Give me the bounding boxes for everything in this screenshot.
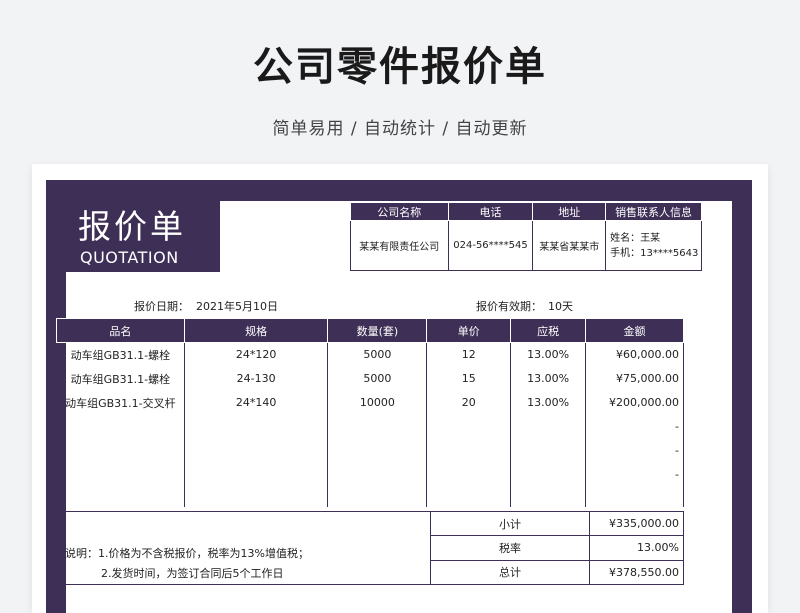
cell-amount: -	[585, 438, 684, 463]
col-header-name: 品名	[56, 318, 185, 343]
tax-value: 13.00%	[589, 535, 684, 561]
col-header-amount: 金额	[585, 318, 684, 343]
cell-spec	[183, 438, 329, 463]
subtotal-label: 小计	[430, 510, 590, 537]
info-header-company: 公司名称	[350, 202, 449, 221]
items-table: 品名 规格 数量(套) 单价 应税 金额 动车组GB31.1-螺栓 24*120…	[56, 318, 684, 507]
cell-name	[56, 414, 185, 439]
col-header-qty: 数量(套)	[327, 318, 428, 343]
cell-amount: -	[585, 462, 684, 487]
table-row: -	[56, 414, 684, 439]
col-header-spec: 规格	[183, 318, 329, 343]
table-row: -	[56, 438, 684, 463]
cell-tax: 13.00%	[510, 390, 587, 415]
cell-spec: 24-130	[183, 366, 329, 391]
table-row: 动车组GB31.1-螺栓 24-130 5000 15 13.00% ¥75,0…	[56, 366, 684, 391]
info-address: 某某省某某市	[532, 220, 607, 271]
table-row: 动车组GB31.1-螺栓 24*120 5000 12 13.00% ¥60,0…	[56, 342, 684, 367]
cell-name: 动车组GB31.1-交叉杆	[56, 390, 185, 415]
cell-amount: ¥75,000.00	[585, 366, 684, 391]
cell-amount: ¥200,000.00	[585, 390, 684, 415]
cell-spec	[183, 462, 329, 487]
cell-qty: 5000	[327, 342, 428, 367]
table-row: -	[56, 462, 684, 487]
brand-title-cn: 报价单	[78, 207, 186, 246]
contact-name: 姓名：王某	[610, 232, 661, 244]
total-value: ¥378,550.00	[589, 559, 684, 586]
note-line-2: 2.发货时间，为签订合同后5个工作日	[101, 567, 284, 580]
table-row: 动车组GB31.1-交叉杆 24*140 10000 20 13.00% ¥20…	[56, 390, 684, 415]
cell-qty	[327, 414, 428, 439]
subtotal-value: ¥335,000.00	[589, 510, 684, 537]
info-header-phone: 电话	[447, 202, 534, 221]
notes-cell: 说明：1.价格为不含税报价，税率为13%增值税； 2.发货时间，为签订合同后5个…	[56, 511, 431, 585]
cell-amount: -	[585, 414, 684, 439]
info-company: 某某有限责任公司	[350, 220, 449, 271]
brand-title-en: QUOTATION	[80, 248, 179, 267]
cell-amount: ¥60,000.00	[585, 342, 684, 367]
cell-qty	[327, 462, 428, 487]
cell-name	[56, 438, 185, 463]
cell-qty: 5000	[327, 366, 428, 391]
company-info-table: 公司名称 电话 地址 销售联系人信息 某某有限责任公司 024-56****54…	[350, 202, 702, 271]
cell-spec: 24*140	[183, 390, 329, 415]
cell-spec: 24*120	[183, 342, 329, 367]
col-header-price: 单价	[426, 318, 512, 343]
brand-block: 报价单 QUOTATION	[46, 180, 220, 272]
page-title: 公司零件报价单	[253, 44, 547, 90]
date-value: 2021年5月10日	[196, 300, 278, 313]
cell-price	[426, 414, 512, 439]
cell-qty	[327, 438, 428, 463]
info-contact: 姓名：王某 手机：13****5643	[605, 220, 702, 271]
cell-tax: 13.00%	[510, 342, 587, 367]
col-header-tax: 应税	[510, 318, 587, 343]
info-header-contact: 销售联系人信息	[605, 202, 702, 221]
date-label: 报价日期：	[134, 300, 189, 313]
info-header-address: 地址	[532, 202, 607, 221]
cell-price	[426, 438, 512, 463]
cell-tax: 13.00%	[510, 366, 587, 391]
cell-price: 12	[426, 342, 512, 367]
cell-tax	[510, 438, 587, 463]
table-row-spacer	[56, 486, 684, 507]
cell-name: 动车组GB31.1-螺栓	[56, 342, 185, 367]
note-line-1: 说明：1.价格为不含税报价，税率为13%增值税；	[65, 547, 309, 560]
cell-price: 15	[426, 366, 512, 391]
cell-tax	[510, 414, 587, 439]
summary-table: 说明：1.价格为不含税报价，税率为13%增值税； 2.发货时间，为签订合同后5个…	[56, 510, 684, 586]
valid-value: 10天	[548, 300, 573, 313]
info-phone: 024-56****545	[447, 220, 534, 271]
cell-price: 20	[426, 390, 512, 415]
cell-name: 动车组GB31.1-螺栓	[56, 366, 185, 391]
cell-price	[426, 462, 512, 487]
cell-tax	[510, 462, 587, 487]
valid-label: 报价有效期：	[476, 300, 542, 313]
contact-mobile: 手机：13****5643	[610, 247, 699, 259]
cell-name	[56, 462, 185, 487]
tax-label: 税率	[430, 535, 590, 561]
cell-qty: 10000	[327, 390, 428, 415]
cell-spec	[183, 414, 329, 439]
page-subtitle: 简单易用 / 自动统计 / 自动更新	[272, 119, 528, 139]
total-label: 总计	[430, 559, 590, 586]
